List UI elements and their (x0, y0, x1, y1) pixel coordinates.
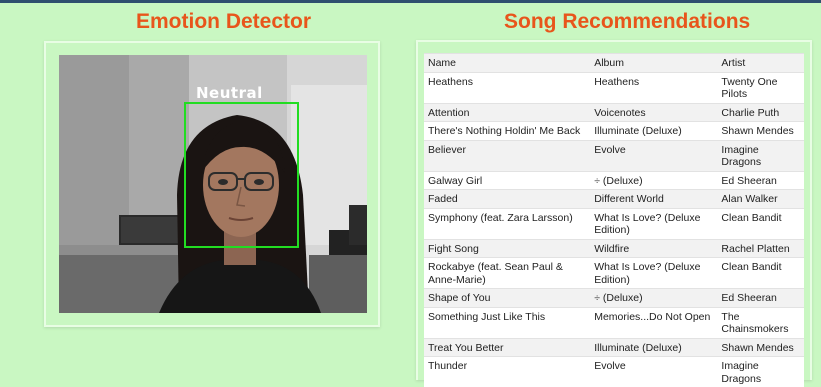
table-header-row: Name Album Artist (424, 54, 804, 73)
table-row: AttentionVoicenotesCharlie Puth (424, 103, 804, 122)
album-cell: What Is Love? (Deluxe Edition) (590, 208, 717, 239)
artist-cell: Charlie Puth (717, 103, 804, 122)
song-name-cell: Shape of You (424, 289, 590, 308)
album-cell: Different World (590, 190, 717, 209)
song-name-cell: Thunder (424, 357, 590, 387)
table-row: Symphony (feat. Zara Larsson)What Is Lov… (424, 208, 804, 239)
album-cell: Wildfire (590, 239, 717, 258)
song-name-cell: Rockabye (feat. Sean Paul & Anne-Marie) (424, 258, 590, 289)
album-cell: Evolve (590, 357, 717, 387)
song-name-cell: Faded (424, 190, 590, 209)
song-name-cell: Treat You Better (424, 338, 590, 357)
album-cell: Illuminate (Deluxe) (590, 122, 717, 141)
song-name-cell: Galway Girl (424, 171, 590, 190)
album-cell: Illuminate (Deluxe) (590, 338, 717, 357)
table-row: BelieverEvolveImagine Dragons (424, 140, 804, 171)
artist-cell: Imagine Dragons (717, 140, 804, 171)
song-name-cell: Heathens (424, 72, 590, 103)
top-bar (0, 0, 821, 3)
table-row: ThunderEvolveImagine Dragons (424, 357, 804, 387)
column-header-album: Album (590, 54, 717, 73)
artist-cell: Rachel Platten (717, 239, 804, 258)
column-header-name: Name (424, 54, 590, 73)
song-name-cell: There's Nothing Holdin' Me Back (424, 122, 590, 141)
artist-cell: Clean Bandit (717, 258, 804, 289)
artist-cell: Alan Walker (717, 190, 804, 209)
song-recommendations-table: Name Album Artist HeathensHeathensTwenty… (424, 53, 804, 387)
song-name-cell: Symphony (feat. Zara Larsson) (424, 208, 590, 239)
artist-cell: Ed Sheeran (717, 171, 804, 190)
artist-cell: Shawn Mendes (717, 122, 804, 141)
song-name-cell: Something Just Like This (424, 307, 590, 338)
song-recommendations-title: Song Recommendations (504, 10, 740, 34)
column-header-artist: Artist (717, 54, 804, 73)
artist-cell: Ed Sheeran (717, 289, 804, 308)
album-cell: What Is Love? (Deluxe Edition) (590, 258, 717, 289)
song-name-cell: Believer (424, 140, 590, 171)
emotion-detector-title: Emotion Detector (136, 10, 301, 34)
artist-cell: Imagine Dragons (717, 357, 804, 387)
table-row: Rockabye (feat. Sean Paul & Anne-Marie)W… (424, 258, 804, 289)
detected-emotion-label: Neutral (196, 84, 263, 102)
album-cell: ÷ (Deluxe) (590, 289, 717, 308)
album-cell: Heathens (590, 72, 717, 103)
table-row: Treat You BetterIlluminate (Deluxe)Shawn… (424, 338, 804, 357)
table-row: Shape of You÷ (Deluxe)Ed Sheeran (424, 289, 804, 308)
table-row: Something Just Like ThisMemories...Do No… (424, 307, 804, 338)
album-cell: Memories...Do Not Open (590, 307, 717, 338)
album-cell: Evolve (590, 140, 717, 171)
table-row: There's Nothing Holdin' Me BackIlluminat… (424, 122, 804, 141)
artist-cell: The Chainsmokers (717, 307, 804, 338)
album-cell: Voicenotes (590, 103, 717, 122)
song-name-cell: Attention (424, 103, 590, 122)
table-row: Fight SongWildfireRachel Platten (424, 239, 804, 258)
table-row: FadedDifferent WorldAlan Walker (424, 190, 804, 209)
artist-cell: Clean Bandit (717, 208, 804, 239)
artist-cell: Twenty One Pilots (717, 72, 804, 103)
table-row: HeathensHeathensTwenty One Pilots (424, 72, 804, 103)
table-row: Galway Girl÷ (Deluxe)Ed Sheeran (424, 171, 804, 190)
artist-cell: Shawn Mendes (717, 338, 804, 357)
album-cell: ÷ (Deluxe) (590, 171, 717, 190)
song-name-cell: Fight Song (424, 239, 590, 258)
